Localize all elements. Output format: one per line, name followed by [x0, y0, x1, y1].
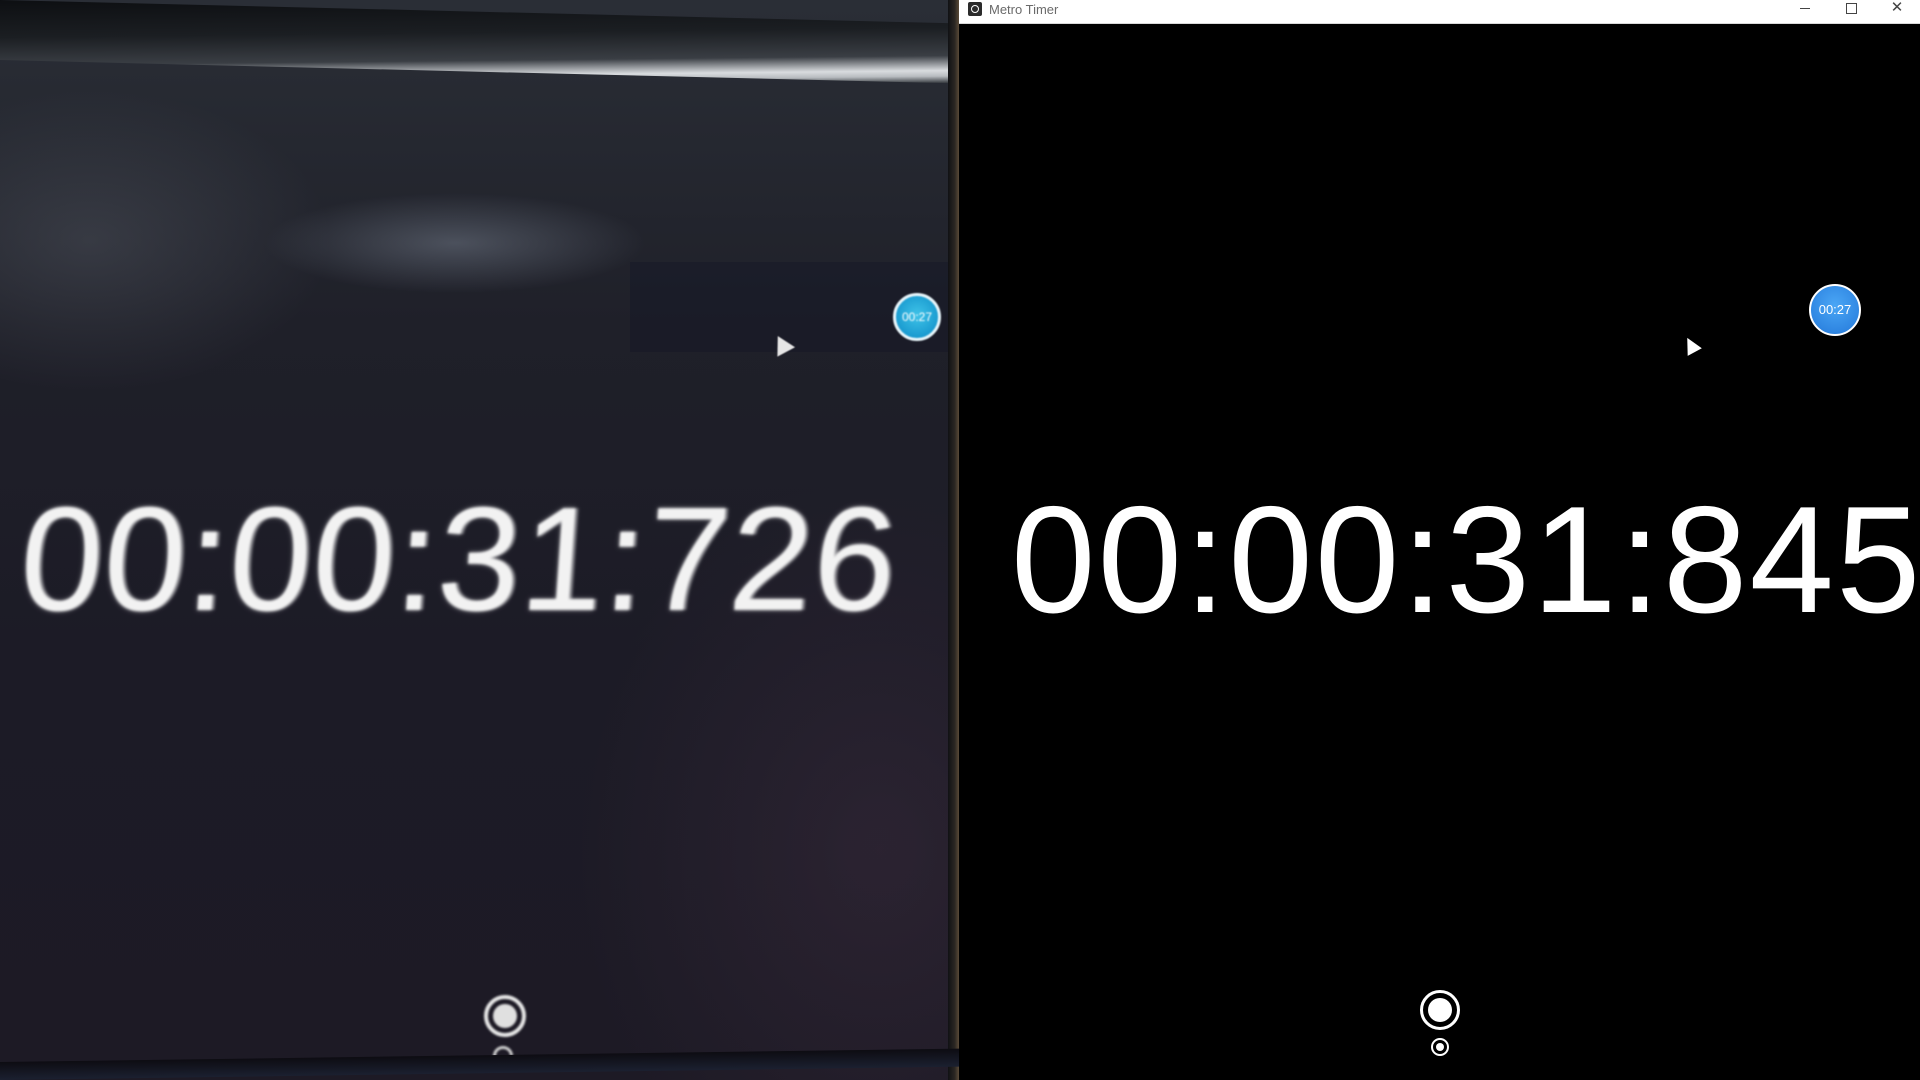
start-stop-button[interactable]	[1420, 990, 1460, 1030]
close-button[interactable]: ✕	[1874, 0, 1920, 23]
monitor-bezel-right	[948, 0, 959, 1080]
timer-display: 00:00:31:845	[1011, 475, 1920, 645]
lap-icon	[1436, 1043, 1444, 1051]
camera-photo-panel: 00:27 00:00:31:726	[0, 0, 959, 1080]
record-icon	[1428, 998, 1452, 1022]
maximize-button[interactable]	[1828, 0, 1874, 23]
maximize-icon	[1846, 3, 1857, 14]
window-title: Metro Timer	[989, 2, 1059, 17]
lap-time-badge[interactable]: 00:27	[1809, 284, 1861, 336]
photo-lap-badge: 00:27	[893, 293, 941, 341]
metro-timer-window: Metro Timer ✕ 00:27 00:00:31:845	[959, 0, 1920, 1080]
lap-button[interactable]	[1431, 1038, 1449, 1056]
stopwatch-icon	[968, 2, 982, 16]
monitor-bezel-bottom	[0, 1048, 959, 1080]
photo-start-button	[484, 995, 526, 1037]
minimize-button[interactable]	[1782, 0, 1828, 23]
photo-timer-ms: 726	[641, 477, 903, 642]
monitor-bezel-top	[0, 0, 959, 84]
title-bar[interactable]: Metro Timer ✕	[959, 0, 1920, 24]
photo-timer-prefix: 00:00:31:	[15, 477, 653, 642]
photo-timer-text: 00:00:31:726	[15, 477, 903, 642]
close-icon: ✕	[1890, 0, 1904, 16]
minimize-icon	[1800, 8, 1810, 9]
